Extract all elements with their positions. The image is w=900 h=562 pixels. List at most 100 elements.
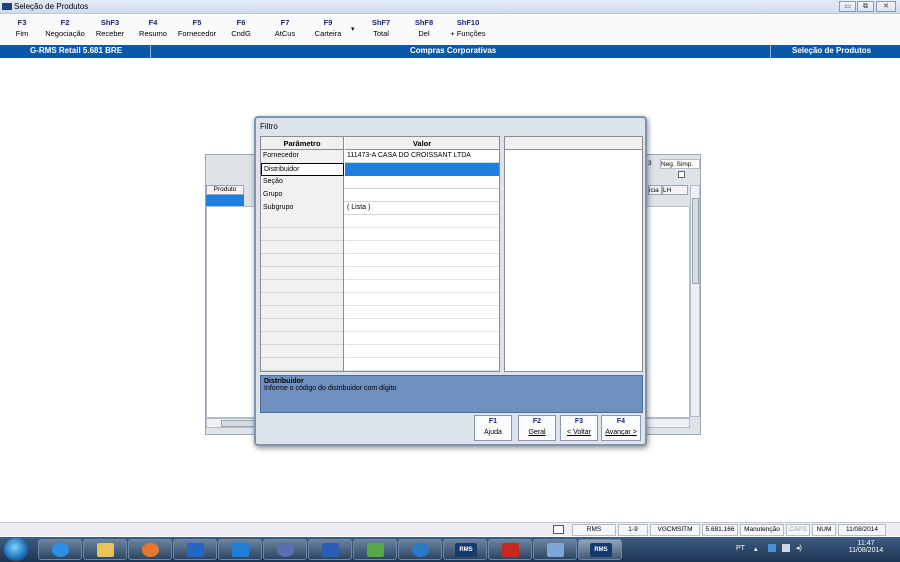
neg-simp-checkbox[interactable] — [678, 171, 685, 178]
taskbar-word[interactable] — [308, 539, 352, 560]
fkey-carteira[interactable]: F9 Carteira — [307, 18, 349, 38]
fkey-resumo[interactable]: F4 Resumo — [132, 18, 174, 38]
app-version: G-RMS Retail 5.681 BRE — [30, 46, 123, 55]
status-bar: RMS 1-9 VGCMSITM 5.681.166 Manutenção CA… — [0, 522, 900, 536]
geral-button[interactable]: F2 Geral — [518, 415, 556, 441]
window-title: Seleção de Produtos — [14, 2, 89, 11]
subgrupo-value[interactable]: ( Lista ) — [345, 202, 499, 215]
module-title: Compras Corporativas — [410, 46, 497, 55]
ajuda-button[interactable]: F1 Ajuda — [474, 415, 512, 441]
media-player-icon — [142, 543, 159, 557]
status-caps: CAPS — [786, 524, 810, 536]
minimize-button[interactable]: ▭ — [839, 1, 856, 12]
network-icon[interactable] — [768, 544, 776, 552]
fkey-atcus[interactable]: F7 AtCus — [264, 18, 306, 38]
fkey-fim[interactable]: F3 Fim — [1, 18, 43, 38]
filter-row-subgrupo[interactable]: Subgrupo ( Lista ) — [261, 202, 499, 215]
language-indicator[interactable]: PT — [736, 545, 745, 552]
taskbar-outlook[interactable] — [173, 539, 217, 560]
header-separator — [150, 45, 151, 58]
show-hidden-icons[interactable]: ▴ — [754, 545, 758, 553]
fornecedor-value[interactable]: 111473-A CASA DO CROISSANT LTDA — [345, 150, 499, 163]
calculator-icon — [367, 543, 384, 557]
app-header-bar: G-RMS Retail 5.681 BRE Compras Corporati… — [0, 45, 900, 58]
help-text: Informe o código do distribuidor com díg… — [264, 385, 397, 392]
taskbar-rms-active[interactable]: RMS — [578, 539, 622, 560]
dialog-title: Filtro — [260, 122, 278, 131]
status-num: NUM — [812, 524, 836, 536]
status-mode: Manutenção — [740, 524, 784, 536]
fkey-negociacao[interactable]: F2 Negociação — [44, 18, 86, 38]
taskbar-calculator[interactable] — [353, 539, 397, 560]
app-icon — [2, 3, 12, 10]
header-separator — [770, 45, 771, 58]
taskbar-media-player[interactable] — [128, 539, 172, 560]
filter-row-fornecedor[interactable]: Fornecedor 111473-A CASA DO CROISSANT LT… — [261, 150, 499, 163]
ie-icon — [52, 543, 69, 557]
lync-icon — [232, 543, 249, 557]
vertical-scrollbar[interactable] — [690, 185, 700, 417]
screen-title: Seleção de Produtos — [792, 46, 872, 55]
filter-row-secao[interactable]: Seção — [261, 176, 499, 189]
restore-button[interactable]: ⧉ — [857, 1, 874, 12]
values-panel[interactable] — [504, 136, 643, 372]
taskbar-rms[interactable]: RMS — [443, 539, 487, 560]
taskbar-lync[interactable] — [218, 539, 262, 560]
rms-icon: RMS — [455, 543, 477, 557]
start-button[interactable] — [4, 538, 28, 561]
fkey-receber[interactable]: ShF3 Receber — [89, 18, 131, 38]
page-icon — [553, 525, 564, 534]
filter-grid: Parâmetro Valor Fornecedor 111473-A CASA… — [260, 136, 500, 372]
taskbar-app[interactable] — [533, 539, 577, 560]
taskbar-acrobat[interactable] — [488, 539, 532, 560]
selected-product-cell[interactable] — [206, 195, 244, 206]
clock[interactable]: 11:47 11/08/2014 — [846, 540, 886, 554]
column-header-valor: Valor — [345, 137, 499, 150]
close-button[interactable]: ✕ — [876, 1, 896, 12]
outlook-icon — [187, 543, 204, 557]
column-header-icia: icia — [648, 185, 662, 195]
volume-icon[interactable]: ◂) — [796, 544, 802, 552]
taskbar-internet-explorer[interactable] — [38, 539, 82, 560]
display-icon[interactable] — [782, 544, 790, 552]
help-panel: Distribuidor Informe o código do distrib… — [260, 375, 643, 413]
distribuidor-input[interactable] — [345, 163, 499, 176]
fkey-fornecedor[interactable]: F5 Fornecedor — [176, 18, 218, 38]
grupo-value[interactable] — [345, 189, 499, 202]
word-icon — [322, 543, 339, 557]
fkey-total[interactable]: ShF7 Total — [360, 18, 402, 38]
window-title-bar: Seleção de Produtos ▭ ⧉ ✕ — [0, 0, 900, 14]
function-key-bar: F3 Fim F2 Negociação ShF3 Receber F4 Resumo … — [0, 15, 900, 45]
filter-row-grupo[interactable]: Grupo — [261, 189, 499, 202]
help-title: Distribuidor — [264, 378, 304, 385]
column-header-3: 3 — [648, 160, 652, 167]
filter-row-distribuidor[interactable]: Distribuidor — [261, 163, 499, 176]
rms-icon: RMS — [590, 543, 612, 557]
acrobat-icon — [502, 543, 519, 557]
empty-value-rows — [345, 215, 499, 371]
app-icon — [547, 543, 564, 557]
avancar-button[interactable]: F4 Avançar > — [601, 415, 641, 441]
taskbar-file-explorer[interactable] — [83, 539, 127, 560]
taskbar-remote[interactable] — [398, 539, 442, 560]
fkey-cndg[interactable]: F6 CndG — [220, 18, 262, 38]
fkey-mais-funcoes[interactable]: ShF10 + Funções — [447, 18, 489, 38]
secao-value[interactable] — [345, 176, 499, 189]
values-panel-header — [505, 137, 642, 150]
more-arrow-icon[interactable]: ▾ — [351, 25, 355, 33]
column-header-produto[interactable]: Produto — [206, 185, 244, 195]
voltar-button[interactable]: F3 < Voltar — [560, 415, 598, 441]
column-header-neg-simp: Neg. Simp. — [660, 159, 700, 169]
empty-parameter-rows — [261, 215, 344, 371]
remote-icon — [412, 543, 429, 557]
taskbar-meeting[interactable] — [263, 539, 307, 560]
scrollbar-thumb[interactable] — [692, 198, 699, 284]
column-header-lh: LH — [662, 185, 688, 195]
status-date: 11/08/2014 — [838, 524, 886, 536]
status-version: 5.681.166 — [702, 524, 738, 536]
filter-dialog: Filtro Parâmetro Valor Fornecedor 111473… — [254, 116, 647, 446]
fkey-del[interactable]: ShF8 Del — [403, 18, 445, 38]
meeting-icon — [277, 543, 294, 557]
clock-date: 11/08/2014 — [848, 547, 884, 554]
status-range: 1-9 — [618, 524, 648, 536]
